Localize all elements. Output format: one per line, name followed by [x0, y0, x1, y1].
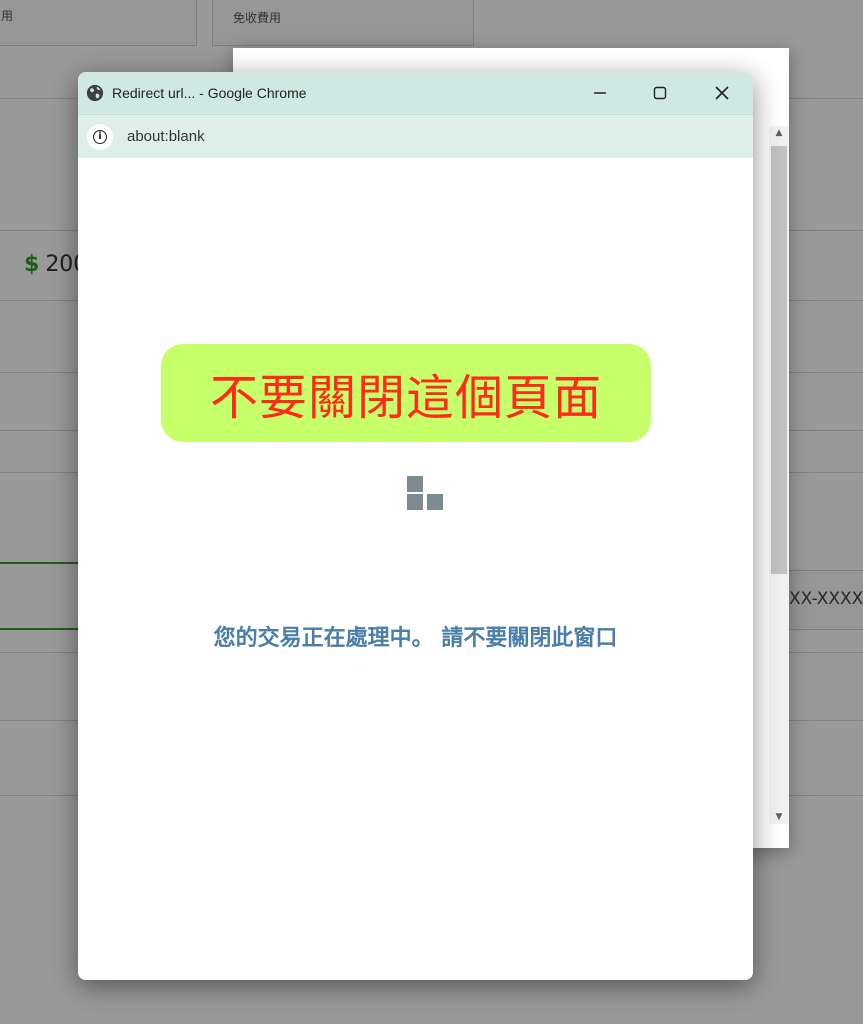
- minimize-button[interactable]: [570, 72, 630, 114]
- status-message: 您的交易正在處理中。 請不要關閉此窗口: [213, 626, 618, 651]
- spinner-block: [407, 494, 423, 510]
- url-text: about:blank: [127, 128, 205, 145]
- spinner-block: [427, 494, 443, 510]
- address-bar[interactable]: i about:blank: [78, 114, 753, 159]
- spinner-block: [407, 476, 423, 492]
- warning-banner-text: 不要關閉這個頁面: [209, 370, 602, 426]
- site-info-button[interactable]: i: [87, 123, 113, 150]
- scrollbar-thumb[interactable]: [771, 146, 787, 574]
- scrollbar[interactable]: ▲ ▼: [769, 126, 789, 824]
- maximize-icon: [653, 86, 667, 100]
- scroll-down-icon[interactable]: ▼: [769, 810, 789, 824]
- page-content: 不要關閉這個頁面 您的交易正在處理中。 請不要關閉此窗口: [78, 158, 753, 980]
- loading-spinner-icon: [407, 476, 445, 510]
- window-title: Redirect url... - Google Chrome: [112, 85, 307, 101]
- globe-icon: [86, 84, 104, 102]
- maximize-button[interactable]: [630, 72, 690, 114]
- minimize-icon: [594, 92, 606, 94]
- chrome-popup-window: Redirect url... - Google Chrome i about:…: [78, 72, 753, 980]
- window-titlebar[interactable]: Redirect url... - Google Chrome: [78, 72, 753, 114]
- warning-banner: 不要關閉這個頁面: [161, 344, 651, 442]
- scroll-up-icon[interactable]: ▲: [769, 126, 789, 140]
- info-icon: i: [93, 129, 107, 144]
- close-button[interactable]: [692, 72, 752, 114]
- close-icon: [715, 86, 729, 100]
